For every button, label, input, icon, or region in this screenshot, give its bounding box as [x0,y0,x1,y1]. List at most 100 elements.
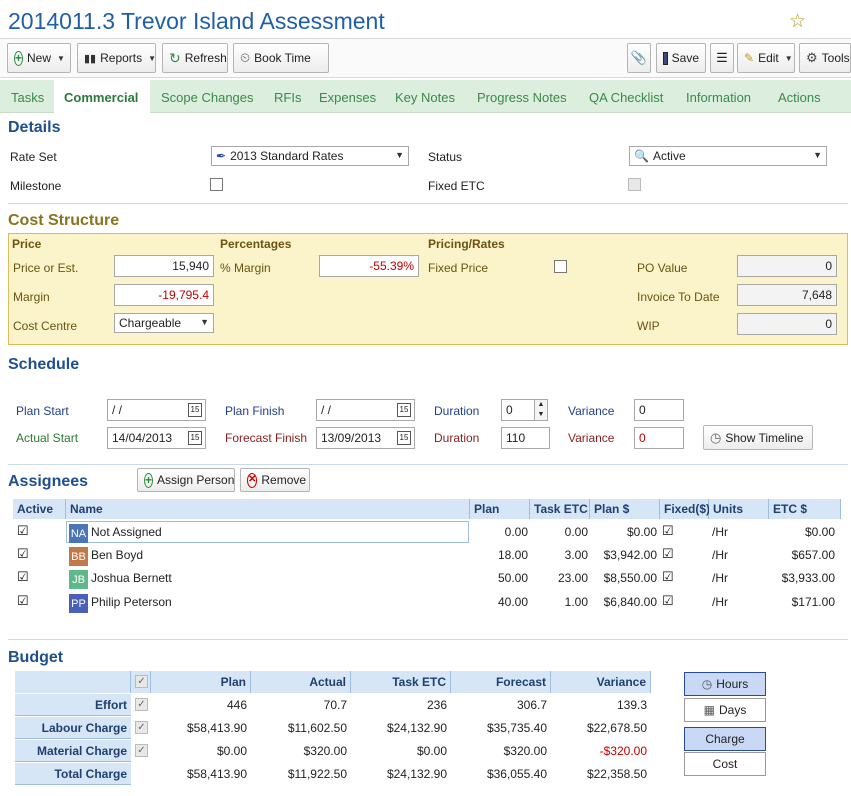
rate-set-label: Rate Set [10,150,57,164]
hours-toggle[interactable]: ◷ Hours [684,672,766,696]
assignee-name[interactable]: Joshua Bernett [91,571,172,585]
favorite-star-icon[interactable]: ☆ [789,10,806,33]
duration-spinner[interactable]: ▲ ▼ [534,399,548,421]
budget-cell: $11,602.50 [287,721,347,735]
active-checkbox[interactable]: ☑ [17,546,29,562]
variance2-input[interactable]: 0 [634,427,684,449]
cost-centre-select[interactable]: Chargeable ▼ [114,313,214,333]
col-etc-dollars[interactable]: ETC $ [769,499,841,519]
tools-button[interactable]: ⚙ Tools [799,43,851,73]
fixed-checkbox[interactable]: ☑ [662,546,674,562]
tab-information[interactable]: Information [686,90,751,105]
col-plan-dollars[interactable]: Plan $ [590,499,660,519]
new-button[interactable]: + New ▼ [7,43,71,73]
remove-circle-icon: ✕ [247,472,258,488]
task-etc-cell: 23.00 [557,571,588,585]
margin-label: Margin [13,290,50,304]
active-checkbox[interactable]: ☑ [17,569,29,585]
wip-input[interactable]: 0 [737,313,837,335]
charge-toggle[interactable]: Charge [684,727,766,751]
po-value-input[interactable]: 0 [737,255,837,277]
price-label: Price or Est. [13,261,79,275]
wip-label: WIP [637,319,660,333]
list-view-button[interactable]: ☰ [710,43,734,73]
reports-button[interactable]: ▮▮ Reports ▼ [77,43,156,73]
status-select[interactable]: 🔍 Active ▼ [629,146,827,166]
col-task-etc[interactable]: Task ETC [530,499,590,519]
duration-input[interactable]: 0 [501,399,535,421]
budget-cell: $22,358.50 [586,767,647,781]
budget-col-plan: Plan [151,671,251,693]
tab-expenses[interactable]: Expenses [319,90,376,105]
tab-actions[interactable]: Actions [778,90,821,105]
calendar-icon[interactable]: 15 [397,403,411,417]
etc-dollars-cell: $3,933.00 [781,571,835,585]
col-name[interactable]: Name [66,499,470,519]
calendar-icon[interactable]: 15 [397,431,411,445]
floppy-disk-icon [663,51,668,65]
page-title: 2014011.3 Trevor Island Assessment [8,8,385,34]
fixed-price-checkbox[interactable] [554,260,567,273]
budget-row-label: Total Charge [15,763,131,785]
remove-button[interactable]: ✕ Remove [240,468,310,492]
fixed-etc-checkbox[interactable] [628,178,641,191]
variance-label: Variance [568,404,615,418]
budget-row-checkbox[interactable]: ✓ [135,698,148,711]
tab-key-notes[interactable]: Key Notes [395,90,455,105]
tab-scope-changes[interactable]: Scope Changes [161,90,254,105]
col-units[interactable]: Units [709,499,769,519]
calendar-icon: ▦ [703,703,715,717]
margin-percent-input[interactable]: -55.39% [319,255,419,277]
tab-progress-notes[interactable]: Progress Notes [477,90,567,105]
duration-label: Duration [434,404,480,418]
budget-row-checkbox[interactable]: ✓ [135,721,148,734]
attachment-button[interactable]: 📎 [627,43,651,73]
milestone-checkbox[interactable] [210,178,223,191]
budget-heading: Budget [8,649,64,666]
chevron-down-icon: ▼ [57,53,65,63]
save-button[interactable]: Save [656,43,706,73]
avatar: JB [69,570,88,589]
edit-button[interactable]: ✎ Edit ▼ [737,43,795,73]
show-timeline-button[interactable]: ◷ Show Timeline [703,425,813,450]
invoice-to-date-input[interactable]: 7,648 [737,284,837,306]
refresh-icon: ↻ [169,49,181,66]
days-toggle[interactable]: ▦ Days [684,698,766,722]
refresh-button[interactable]: ↻ Refresh [162,43,228,73]
rate-set-select[interactable]: ✒ 2013 Standard Rates ▼ [211,146,409,166]
bar-chart-icon: ▮▮ [84,52,97,65]
budget-row-checkbox[interactable]: ✓ [135,744,148,757]
assignee-name[interactable]: Not Assigned [91,525,162,539]
pricing-rates-heading: Pricing/Rates [428,237,505,251]
details-heading: Details [8,119,61,136]
assign-person-button[interactable]: + Assign Person [137,468,235,492]
price-input[interactable]: 15,940 [114,255,214,277]
col-active[interactable]: Active [13,499,66,519]
duration2-input[interactable]: 110 [501,427,550,449]
fixed-checkbox[interactable]: ☑ [662,569,674,585]
calendar-icon[interactable]: 15 [188,431,202,445]
assignee-name[interactable]: Ben Boyd [91,548,143,562]
budget-select-all-checkbox[interactable]: ✓ [135,675,148,688]
margin-input[interactable]: -19,795.4 [114,284,214,306]
cost-toggle[interactable]: Cost [684,752,766,776]
assignee-name[interactable]: Philip Peterson [91,595,172,609]
tab-qa-checklist[interactable]: QA Checklist [589,90,663,105]
toolbar: + New ▼ ▮▮ Reports ▼ ↻ Refresh ⏲ Book Time… [0,38,851,78]
tab-bar: Tasks Commercial Scope Changes RFIs Expe… [0,80,851,113]
col-plan[interactable]: Plan [470,499,530,519]
variance-input[interactable]: 0 [634,399,684,421]
tab-commercial[interactable]: Commercial [64,90,138,105]
fixed-checkbox[interactable]: ☑ [662,523,674,539]
fixed-checkbox[interactable]: ☑ [662,593,674,609]
active-checkbox[interactable]: ☑ [17,593,29,609]
tab-tasks[interactable]: Tasks [11,90,44,105]
chevron-down-icon: ▼ [395,150,404,160]
active-checkbox[interactable]: ☑ [17,523,29,539]
avatar: BB [69,547,88,566]
col-fixed[interactable]: Fixed($) [660,499,710,519]
calendar-icon[interactable]: 15 [188,403,202,417]
book-time-button[interactable]: ⏲ Book Time [233,43,329,73]
plus-circle-icon: + [144,472,154,488]
tab-rfis[interactable]: RFIs [274,90,301,105]
